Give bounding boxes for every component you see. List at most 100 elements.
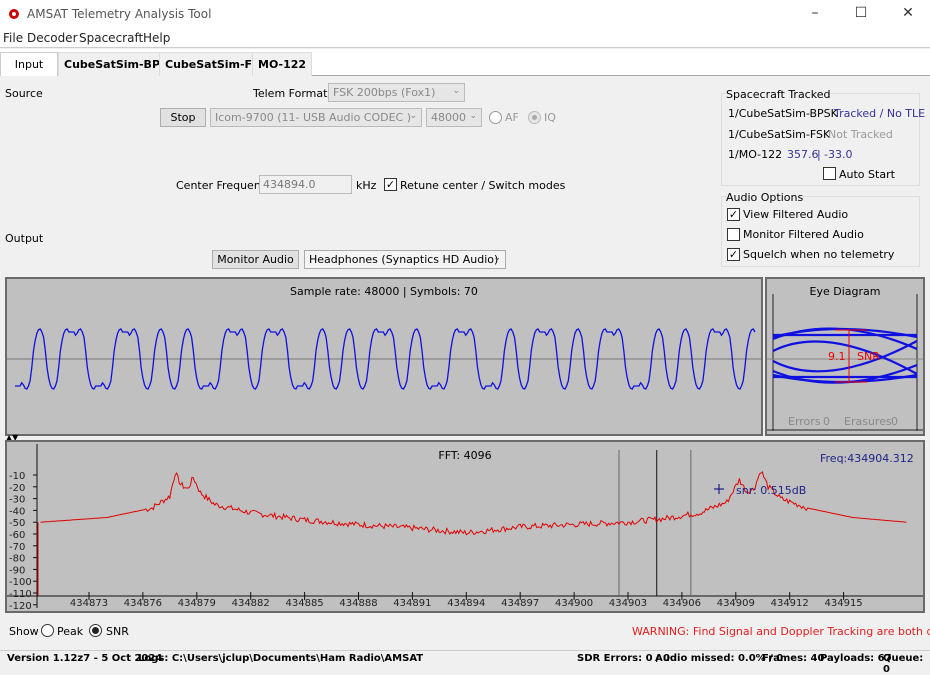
erasures-label: Erasures [844,415,892,428]
monitor-filtered-audio-checkbox[interactable] [727,228,740,241]
tab-bar: Input CubeSatSim-BPSK CubeSatSim-FSK MO-… [0,49,930,76]
monitor-audio-button[interactable]: Monitor Audio [212,250,299,269]
eye-snr-value: 9.1 [828,350,846,363]
audio-options-title: Audio Options [726,191,804,204]
warning-message: WARNING: Find Signal and Doppler Trackin… [632,625,930,638]
y-tick-label: -60 [9,530,25,541]
x-tick-label: 434876 [124,598,162,609]
eye-diagram-panel: Eye Diagram 9.1 SNR Errors 0 Erasures 0 [765,277,925,436]
fft-panel: FFT: 4096 Freq:434904.312 -10 -20 -30 -40 -5… [5,440,925,613]
x-tick-label: 434894 [447,598,485,609]
telem-format-value: FSK 200bps (Fox1) [333,86,436,99]
monitor-filtered-audio-label: Monitor Filtered Audio [743,228,864,241]
fft-spectrum-chart[interactable]: -10-20-30-40-50-60-70-80-90-100-110-120 4… [7,442,923,611]
telem-format-select[interactable]: FSK 200bps (Fox1) ⌄ [328,83,465,102]
x-tick-label: 434888 [339,598,377,609]
menu-spacecraft[interactable]: Spacecraft [79,31,143,45]
tracked-status: Tracked / No TLE [834,107,926,120]
erasures-value: 0 [891,415,898,428]
x-tick-label: 434897 [501,598,539,609]
amsat-logo-icon [9,9,19,19]
khz-label: kHz [356,179,377,192]
chevron-down-icon: ⌄ [469,111,477,121]
spectrum-trace [40,470,907,536]
menu-help[interactable]: Help [143,31,170,45]
separator: | [817,148,821,161]
telem-format-label: Telem Format: [253,87,332,100]
retune-checkbox[interactable]: ✓ [384,178,397,191]
queue-count: Queue: 0 [883,653,924,675]
center-frequency-input[interactable]: 434894.0 [259,175,352,194]
y-tick-label: -110 [9,589,32,600]
azimuth-value: 357.6 [787,148,819,161]
sample-rate-value: 48000 [431,111,466,124]
x-tick-label: 434909 [717,598,755,609]
x-tick-label: 434891 [393,598,431,609]
y-tick-label: -90 [9,565,25,576]
output-device-select[interactable]: Headphones (Synaptics HD Audio) ⌄ [304,250,506,269]
sample-rate-select[interactable]: 48000 ⌄ [426,108,482,127]
input-device-select[interactable]: Icom-9700 (11- USB Audio CODEC ) ⌄ [210,108,422,127]
squelch-label: Squelch when no telemetry [743,248,895,261]
x-tick-label: 434903 [609,598,647,609]
close-icon[interactable]: ✕ [898,5,918,23]
chevron-down-icon: ⌄ [493,253,501,263]
x-tick-label: 434915 [825,598,863,609]
menu-decoder[interactable]: Decoder [27,31,78,45]
y-tick-label: -80 [9,554,25,565]
squelch-checkbox[interactable]: ✓ [727,248,740,261]
tracked-name: 1/CubeSatSim-BPSK [728,107,838,120]
x-tick-label: 434879 [178,598,216,609]
menu-file[interactable]: File [3,31,23,45]
view-filtered-audio-checkbox[interactable]: ✓ [727,208,740,221]
x-tick-label: 434906 [663,598,701,609]
peak-label: Peak [57,625,84,638]
audio-waveform [7,328,761,390]
y-tick-label: -20 [9,483,25,494]
y-tick-label: -10 [9,471,25,482]
chevron-down-icon: ⌄ [452,86,460,96]
iq-label: IQ [544,111,556,124]
menu-bar: File Decoder Spacecraft Help [0,29,930,48]
minimize-icon[interactable]: – [805,5,825,23]
x-tick-label: 434912 [771,598,809,609]
tab-mo-122[interactable]: MO-122 [252,52,313,76]
iq-radio[interactable] [528,111,541,124]
payloads-count: Payloads: 67 [820,653,892,664]
retune-label: Retune center / Switch modes [400,179,566,192]
errors-value: 0 [823,415,830,428]
maximize-icon[interactable]: ☐ [851,5,871,23]
status-bar: Version 1.12z7 - 5 Oct 2024 Logs: C:\Use… [0,650,930,675]
output-device-value: Headphones (Synaptics HD Audio) [309,253,499,266]
tab-input[interactable]: Input [0,52,58,76]
y-tick-label: -50 [9,518,25,529]
elevation-value: -33.0 [824,148,853,161]
tracked-name: 1/CubeSatSim-FSK [728,128,831,141]
errors-label: Errors [788,415,821,428]
x-tick-label: 434882 [232,598,270,609]
snr-label: SNR [106,625,129,638]
source-label: Source [5,87,43,100]
frames-count: Frames: 40 [762,653,825,664]
snr-radio[interactable] [89,624,102,637]
show-label: Show [9,625,39,638]
auto-start-checkbox[interactable] [823,167,836,180]
spacecraft-tracked-title: Spacecraft Tracked [726,88,831,101]
af-label: AF [505,111,519,124]
af-radio[interactable] [489,111,502,124]
peak-radio[interactable] [41,624,54,637]
title-bar: AMSAT Telemetry Analysis Tool – ☐ ✕ [0,0,930,29]
y-tick-label: -120 [9,601,32,611]
audio-waveform-panel: Sample rate: 48000 | Symbols: 70 [5,277,763,436]
eye-snr-label: SNR [857,350,880,363]
output-label: Output [5,232,44,245]
y-tick-label: -100 [9,577,32,588]
tracked-status: Not Tracked [828,128,893,141]
x-tick-label: 434900 [555,598,593,609]
stop-button[interactable]: Stop [160,108,206,127]
x-tick-label: 434873 [70,598,108,609]
logs-path: Logs: C:\Users\jclup\Documents\Ham Radio… [138,653,424,664]
view-filtered-audio-label: View Filtered Audio [743,208,849,221]
window-title: AMSAT Telemetry Analysis Tool [27,7,212,21]
y-tick-label: -40 [9,506,25,517]
